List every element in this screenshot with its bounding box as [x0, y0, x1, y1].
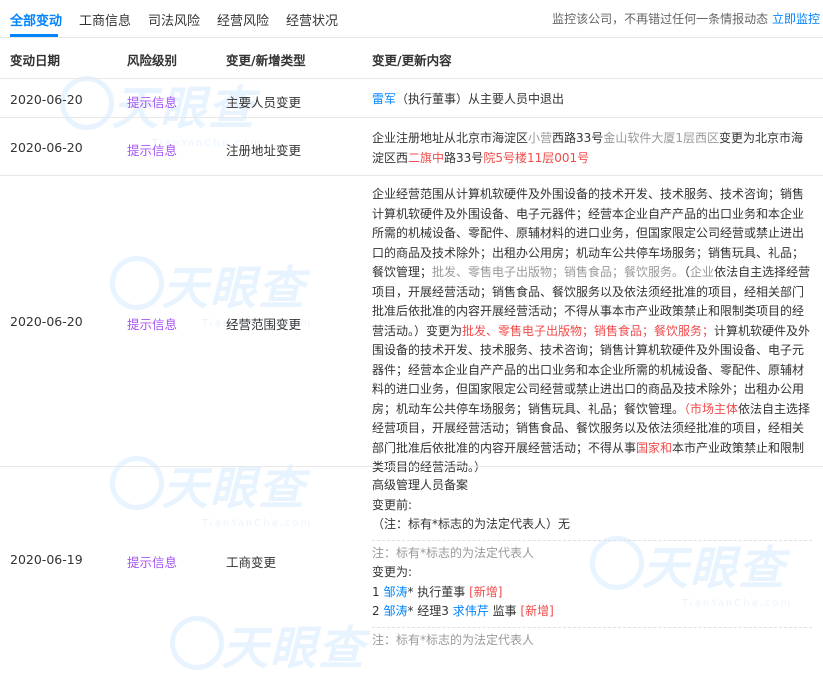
watermark: 天眼查 TianYanCha.com [110, 452, 312, 529]
tab-all-changes[interactable]: 全部变动 [10, 10, 62, 29]
change-type: 主要人员变更 [226, 95, 302, 110]
monitor-text: 监控该公司，不再错过任何一条情报动态 [552, 12, 769, 26]
dashed-divider [372, 626, 812, 628]
tab-bar: 全部变动 工商信息 司法风险 经营风险 经营状况 监控该公司，不再错过任何一条情… [0, 0, 823, 38]
change-content: 雷军（执行董事）从主要人员中退出 [372, 92, 565, 106]
after-item: 1 邹涛* 执行董事 [新增] [372, 584, 503, 599]
new-tag: [新增] [469, 584, 503, 599]
tab-operating-risk[interactable]: 经营风险 [217, 10, 269, 29]
before-label: 变更前: [372, 497, 413, 512]
before-value: （注：标有*标志的为法定代表人）无 [372, 517, 571, 531]
divider [0, 466, 823, 467]
divider [0, 78, 823, 79]
row-date: 2020-06-19 [10, 552, 83, 567]
row-date: 2020-06-20 [10, 92, 83, 107]
risk-level-link[interactable]: 提示信息 [127, 314, 177, 333]
row-date: 2020-06-20 [10, 140, 83, 155]
row-date: 2020-06-20 [10, 314, 83, 329]
after-item: 2 邹涛* 经理3 求伟芹 监事 [新增] [372, 604, 554, 618]
person-link[interactable]: 求伟芹 [453, 604, 489, 618]
change-content: 高级管理人员备案 变更前: （注：标有*标志的为法定代表人）无 注：标有*标志的… [372, 476, 812, 650]
after-label: 变更为: [372, 565, 413, 579]
change-type: 工商变更 [226, 555, 277, 570]
monitor-prompt: 监控该公司，不再错过任何一条情报动态 立即监控 [552, 10, 820, 27]
header-change-content: 变更/更新内容 [372, 53, 452, 68]
watermark: 天眼查 [170, 612, 366, 678]
active-tab-indicator [10, 34, 58, 37]
risk-level-link[interactable]: 提示信息 [127, 140, 177, 159]
monitor-now-link[interactable]: 立即监控 [772, 12, 820, 26]
change-content: 企业注册地址从北京市海淀区小营西路33号金山软件大厦1层西区变更为北京市海淀区西… [372, 131, 803, 165]
new-tag: [新增] [520, 604, 554, 618]
risk-level-link[interactable]: 提示信息 [127, 552, 177, 571]
tab-judicial-risk[interactable]: 司法风险 [148, 10, 200, 29]
tab-business-info[interactable]: 工商信息 [79, 10, 131, 29]
change-type: 经营范围变更 [226, 317, 302, 332]
header-risk-level: 风险级别 [127, 53, 178, 68]
legal-rep-note: 注：标有*标志的为法定代表人 [372, 545, 535, 560]
legal-rep-note: 注：标有*标志的为法定代表人 [372, 632, 535, 647]
record-title: 高级管理人员备案 [372, 478, 469, 492]
risk-level-link[interactable]: 提示信息 [127, 92, 177, 111]
divider [0, 117, 823, 118]
change-content: 企业经营范围从计算机软硬件及外围设备的技术开发、技术服务、技术咨询；销售计算机软… [372, 187, 811, 474]
change-type: 注册地址变更 [226, 143, 302, 158]
tab-operating-status[interactable]: 经营状况 [286, 10, 338, 29]
person-link[interactable]: 邹涛 [383, 585, 407, 599]
header-date: 变动日期 [10, 53, 61, 68]
dashed-divider [372, 539, 812, 541]
person-link[interactable]: 雷军 [372, 92, 396, 106]
divider [0, 175, 823, 176]
person-link[interactable]: 邹涛 [383, 604, 407, 618]
header-change-type: 变更/新增类型 [226, 53, 306, 68]
